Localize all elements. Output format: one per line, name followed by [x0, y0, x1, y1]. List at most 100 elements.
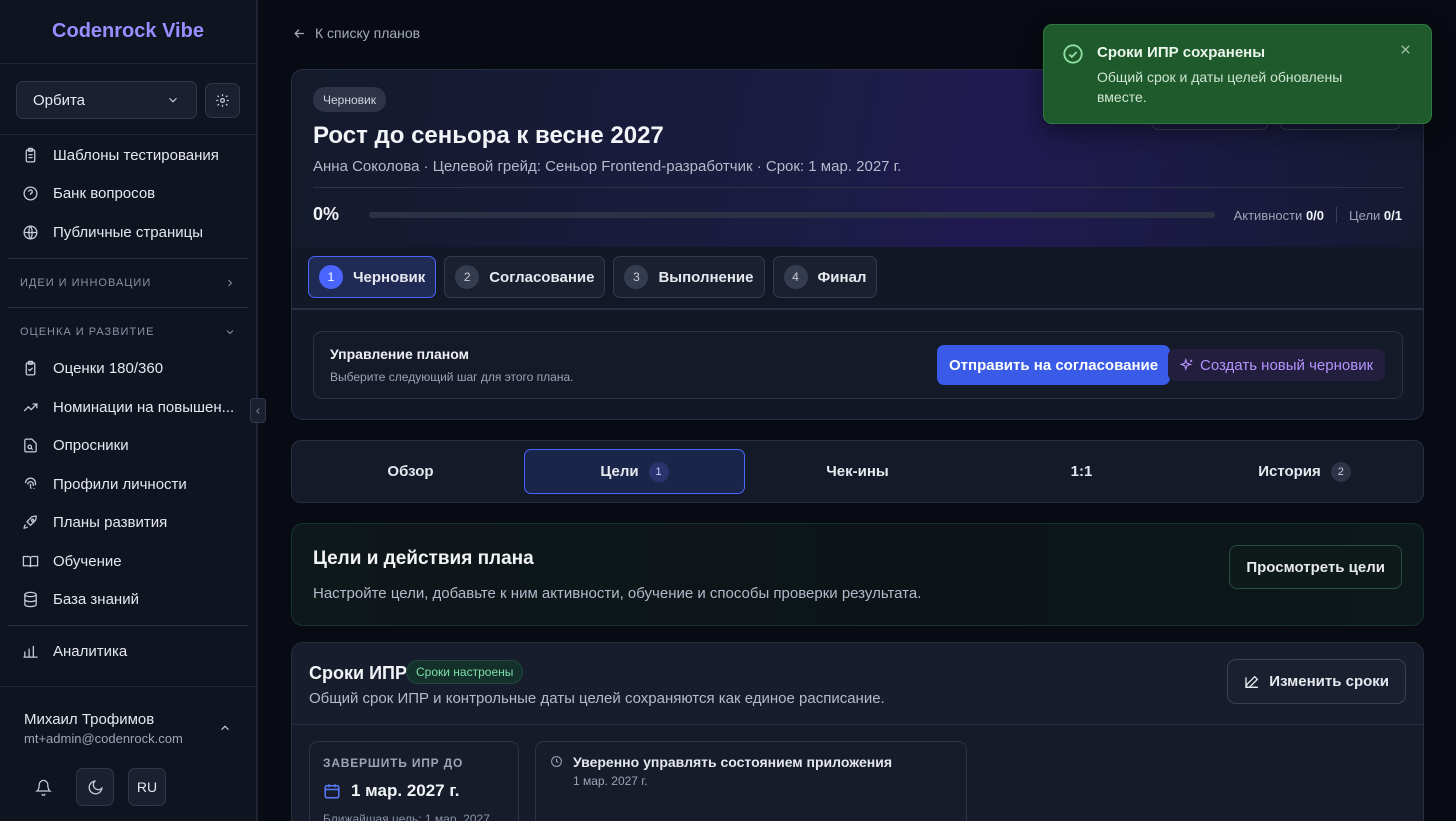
chevron-down-icon [226, 329, 234, 334]
manage-title: Управление планом [330, 346, 469, 362]
user-email: mt+admin@codenrock.com [24, 731, 183, 746]
manage-subtitle: Выберите следующий шаг для этого плана. [330, 370, 574, 384]
step-number: 4 [783, 265, 808, 289]
sidebar-item-label: Аналитика [53, 642, 128, 660]
step-number: 2 [455, 265, 480, 289]
bell-icon [34, 779, 52, 796]
sidebar-item-promotions[interactable]: Номинации на повышен... [0, 388, 256, 427]
schedule-title: Сроки ИПР [309, 663, 407, 683]
sidebar-item-label: Номинации на повышен... [53, 398, 235, 416]
sidebar-collapse-handle[interactable] [250, 398, 266, 423]
sidebar: Codenrock Vibe Орбита Шаблоны тестирован… [0, 0, 258, 821]
tab-goals[interactable]: Цели 1 [524, 449, 745, 494]
tab-label: Чек-ины [826, 463, 889, 480]
view-goals-button[interactable]: Просмотреть цели [1229, 545, 1402, 589]
sidebar-item-test-templates[interactable]: Шаблоны тестирования [0, 136, 256, 175]
language-button[interactable]: RU [128, 768, 166, 806]
schedule-subtitle: Общий срок ИПР и контрольные даты целей … [309, 690, 885, 707]
chevron-down-icon [169, 97, 178, 103]
theme-toggle-button[interactable] [76, 768, 114, 806]
plan-steps: 1 Черновик 2 Согласование 3 Выполнение 4… [308, 256, 878, 298]
close-icon[interactable] [1398, 42, 1413, 57]
chevron-left-icon [256, 407, 260, 414]
sidebar-item-question-bank[interactable]: Банк вопросов [0, 175, 256, 214]
moon-icon [88, 779, 103, 794]
tab-label: 1:1 [1070, 463, 1093, 480]
sidebar-item-label: Опросники [53, 437, 129, 455]
goal-deadline-card: Уверенно управлять состоянием приложения… [535, 741, 967, 821]
schedule-header: Сроки ИПР Сроки настроены Общий срок ИПР… [292, 643, 1423, 725]
tab-one-on-one[interactable]: 1:1 [971, 449, 1192, 494]
sidebar-item-label: Банк вопросов [53, 185, 156, 203]
nav-divider [8, 306, 248, 308]
step-draft[interactable]: 1 Черновик [308, 256, 437, 298]
sidebar-item-analytics[interactable]: Аналитика [0, 632, 256, 671]
edit-icon [1245, 675, 1259, 688]
goals-panel: Цели и действия плана Настройте цели, до… [291, 523, 1424, 626]
nav-divider [8, 625, 248, 626]
section-ideas-toggle[interactable]: ИДЕИ И ИННОВАЦИИ [0, 265, 256, 301]
toast-title: Сроки ИПР сохранены [1097, 44, 1266, 61]
step-number: 3 [624, 265, 649, 289]
step-approval[interactable]: 2 Согласование [444, 256, 606, 298]
plan-subtitle: Анна Соколова · Целевой грейд: Сеньор Fr… [313, 158, 902, 175]
org-settings-button[interactable] [205, 82, 240, 118]
rocket-icon [23, 515, 37, 530]
org-row: Орбита [0, 64, 256, 135]
step-label: Выполнение [658, 268, 754, 286]
sidebar-item-label: Планы развития [53, 514, 168, 532]
tab-count-badge: 2 [1330, 461, 1351, 482]
check-circle-icon [1063, 44, 1083, 64]
sidebar-item-personality[interactable]: Профили личности [0, 465, 256, 504]
tab-label: Обзор [387, 463, 434, 480]
create-draft-button[interactable]: Создать новый черновик [1168, 349, 1386, 381]
edit-schedule-button[interactable]: Изменить сроки [1227, 659, 1406, 704]
calendar-icon [324, 784, 340, 799]
progress-bar [369, 212, 1215, 218]
step-label: Черновик [353, 268, 426, 286]
gear-icon [216, 93, 229, 107]
divider [313, 187, 1403, 188]
org-select[interactable]: Орбита [16, 81, 198, 119]
chevron-up-icon[interactable] [218, 721, 232, 735]
page-title: Рост до сеньора к весне 2027 [313, 122, 664, 149]
brand-logo[interactable]: Codenrock Vibe [0, 0, 256, 64]
tab-label: История [1258, 463, 1321, 480]
tab-count-badge: 1 [648, 461, 669, 482]
sparkles-icon [1180, 358, 1193, 371]
back-to-plans-link[interactable]: К списку планов [292, 25, 420, 41]
send-for-approval-button[interactable]: Отправить на согласование [937, 345, 1171, 385]
sidebar-item-label: База знаний [53, 591, 139, 609]
step-number: 1 [319, 265, 343, 289]
trending-up-icon [23, 403, 38, 412]
chevron-right-icon [228, 279, 233, 286]
globe-icon [23, 225, 38, 240]
user-name: Михаил Трофимов [24, 711, 155, 728]
tab-overview[interactable]: Обзор [300, 449, 521, 494]
create-draft-label: Создать новый черновик [1200, 356, 1374, 374]
section-ideas-label: ИДЕИ И ИННОВАЦИИ [20, 276, 152, 289]
sidebar-item-public-pages[interactable]: Публичные страницы [0, 213, 256, 252]
nav-divider [8, 257, 248, 259]
status-badge: Черновик [313, 87, 386, 112]
tab-checkins[interactable]: Чек-ины [747, 449, 968, 494]
sidebar-item-learning[interactable]: Обучение [0, 542, 256, 581]
deadline-date: 1 мар. 2027 г. [323, 781, 459, 801]
sidebar-item-label: Оценки 180/360 [53, 360, 164, 378]
plan-management-panel: Управление планом Выберите следующий шаг… [313, 331, 1403, 399]
notifications-button[interactable] [24, 768, 62, 806]
language-label: RU [136, 779, 158, 795]
sidebar-item-surveys[interactable]: Опросники [0, 427, 256, 466]
section-eval-label: ОЦЕНКА И РАЗВИТИЕ [20, 325, 155, 338]
section-eval-toggle[interactable]: ОЦЕНКА И РАЗВИТИЕ [0, 314, 256, 350]
step-final[interactable]: 4 Финал [772, 256, 878, 298]
sidebar-item-label: Обучение [53, 552, 122, 570]
step-execution[interactable]: 3 Выполнение [613, 256, 765, 298]
bar-chart-icon [23, 645, 38, 658]
schedule-status-badge: Сроки настроены [406, 660, 524, 684]
tab-history[interactable]: История 2 [1194, 449, 1415, 494]
sidebar-item-knowledge-base[interactable]: База знаний [0, 581, 256, 620]
sidebar-item-dev-plans[interactable]: Планы развития [0, 504, 256, 543]
sidebar-item-reviews-360[interactable]: Оценки 180/360 [0, 350, 256, 389]
step-label: Согласование [489, 268, 595, 286]
